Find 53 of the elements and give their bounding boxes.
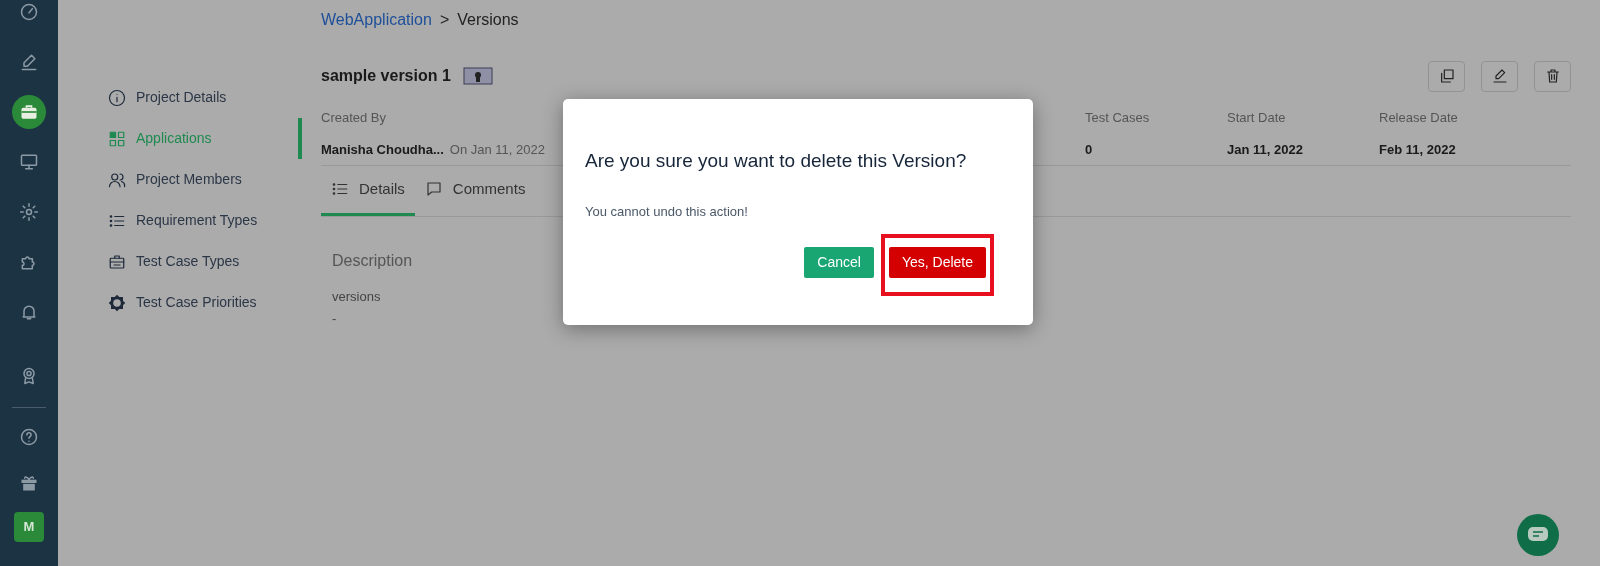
user-avatar[interactable]: M bbox=[14, 512, 44, 542]
gear-icon bbox=[19, 202, 39, 222]
settings-nav-item[interactable]: Test Case Types bbox=[108, 241, 300, 282]
meta-value: Jan 11, 2022 bbox=[1227, 140, 1303, 159]
pencil-icon bbox=[1491, 68, 1508, 84]
edit-button[interactable] bbox=[1481, 60, 1518, 92]
cancel-button[interactable]: Cancel bbox=[804, 247, 874, 278]
meta-note: On Jan 11, 2022 bbox=[449, 140, 545, 159]
lock-icon bbox=[462, 67, 493, 85]
info-icon bbox=[108, 88, 126, 107]
meta-value: Feb 11, 2022 bbox=[1379, 140, 1456, 159]
monitor-icon bbox=[19, 152, 39, 172]
gear-icon bbox=[108, 293, 126, 312]
breadcrumb-current: Versions bbox=[457, 10, 519, 30]
dialog-message: You cannot undo this action! bbox=[585, 202, 749, 221]
tab[interactable]: Comments bbox=[414, 165, 536, 216]
settings-nav-item[interactable]: Requirement Types bbox=[108, 200, 300, 241]
description-text: versions bbox=[332, 288, 381, 306]
gift-icon bbox=[19, 473, 39, 493]
description-text: - bbox=[332, 309, 337, 328]
settings-nav-item[interactable]: Project Details bbox=[108, 77, 300, 118]
chat-icon bbox=[1527, 526, 1549, 544]
delete-button[interactable]: Yes, Delete bbox=[888, 247, 986, 278]
settings-nav-item[interactable]: Project Members bbox=[108, 159, 300, 200]
users-icon bbox=[108, 170, 126, 189]
delete-button[interactable] bbox=[1534, 60, 1571, 92]
meta-label: Release Date bbox=[1379, 109, 1459, 127]
description-heading: Description bbox=[332, 251, 413, 271]
version-title: sample version 1 bbox=[321, 66, 451, 86]
briefcase-icon bbox=[108, 252, 126, 271]
meta-label: Start Date bbox=[1227, 109, 1287, 127]
meta-value: 0 bbox=[1085, 140, 1093, 159]
active-indicator bbox=[298, 118, 302, 159]
breadcrumb-separator: > bbox=[439, 10, 450, 30]
meta-value: Manisha Choudha... bbox=[321, 140, 444, 159]
copy-icon bbox=[1438, 68, 1455, 84]
comment-icon bbox=[424, 180, 443, 198]
gauge-icon bbox=[19, 2, 39, 22]
tab[interactable]: Details bbox=[321, 165, 415, 216]
rail-button[interactable] bbox=[12, 95, 46, 129]
grid-icon bbox=[108, 129, 126, 148]
trash-icon bbox=[1544, 68, 1561, 84]
breadcrumb-link[interactable]: WebApplication bbox=[321, 8, 432, 32]
list-icon bbox=[331, 180, 349, 198]
help-icon bbox=[19, 427, 39, 447]
copy-button[interactable] bbox=[1428, 60, 1465, 92]
meta-label: Created By bbox=[321, 109, 388, 127]
briefcase-icon bbox=[19, 102, 39, 122]
settings-nav-item[interactable]: Test Case Priorities bbox=[108, 282, 300, 323]
dialog-title: Are you sure you want to delete this Version? bbox=[585, 149, 968, 173]
meta-label: Test Cases bbox=[1085, 109, 1151, 127]
pencil-icon bbox=[19, 52, 39, 72]
chat-button[interactable] bbox=[1517, 514, 1559, 556]
